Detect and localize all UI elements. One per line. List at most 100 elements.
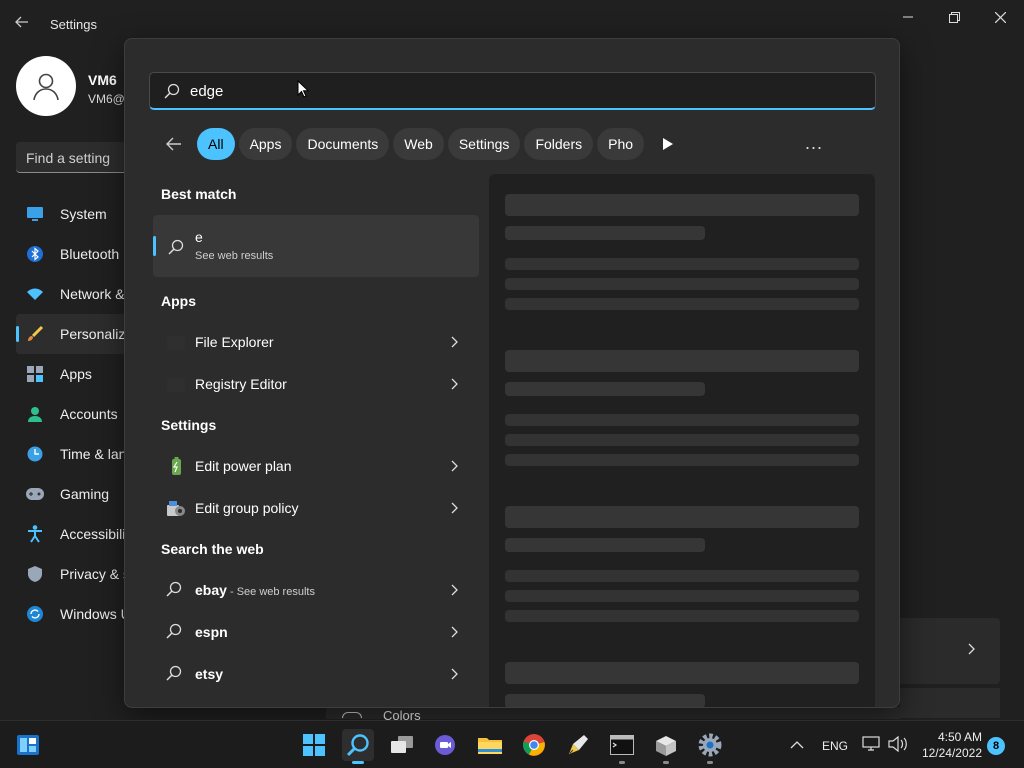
skeleton-bar [505, 258, 859, 270]
chevron-right-icon [451, 501, 459, 519]
find-setting-input[interactable]: Find a setting [16, 142, 136, 173]
skeleton-bar [505, 434, 859, 446]
group-policy-icon [166, 499, 186, 519]
result-edit-power-plan[interactable]: Edit power plan [153, 446, 479, 486]
skeleton-bar [505, 194, 859, 216]
restore-icon [948, 11, 960, 23]
skeleton-bar [505, 694, 705, 707]
taskbar-file-explorer[interactable] [474, 729, 506, 761]
chevron-right-icon [968, 642, 976, 658]
skeleton-bar [505, 454, 859, 466]
running-indicator [707, 761, 713, 764]
minimize-button[interactable] [888, 6, 928, 28]
user-icon [33, 73, 59, 101]
settings-card[interactable] [900, 618, 1000, 684]
best-match-subtitle: See web results [195, 250, 274, 262]
nav-item-gaming[interactable]: Gaming [16, 474, 136, 514]
taskbar: ENG 4:50 AM 12/24/2022 8 [0, 720, 1024, 768]
network-icon[interactable] [862, 736, 880, 757]
best-match-title: e [195, 229, 203, 245]
restore-button[interactable] [934, 6, 974, 28]
widgets-icon [17, 735, 39, 755]
person-icon [26, 405, 44, 423]
chevron-up-icon[interactable] [790, 737, 804, 755]
profile-email: VM6@ [88, 92, 125, 106]
nav-item-windows-update[interactable]: Windows U [16, 594, 136, 634]
web-result-etsy[interactable]: etsy [153, 654, 479, 694]
battery-icon [166, 457, 186, 477]
search-icon [166, 581, 186, 601]
result-label: File Explorer [195, 334, 274, 350]
web-result-ebay[interactable]: ebay - See web results [153, 570, 479, 610]
close-button[interactable] [980, 6, 1020, 28]
filter-scroll-right-icon[interactable] [663, 137, 673, 155]
chevron-right-icon [451, 625, 459, 643]
user-profile[interactable]: VM6 VM6@ [16, 56, 126, 118]
chevron-right-icon [451, 583, 459, 601]
more-options-button[interactable]: ... [805, 133, 823, 154]
chevron-right-icon [451, 377, 459, 395]
system-clock[interactable]: 4:50 AM 12/24/2022 [914, 729, 982, 761]
search-flyout: All Apps Documents Web Settings Folders … [124, 38, 900, 708]
result-registry-editor[interactable]: Registry Editor [153, 364, 479, 404]
active-indicator [352, 761, 364, 764]
filter-all[interactable]: All [197, 128, 235, 160]
close-icon [994, 11, 1006, 23]
skeleton-bar [505, 298, 859, 310]
skeleton-bar [505, 278, 859, 290]
nav-item-network[interactable]: Network & [16, 274, 136, 314]
skeleton-bar [505, 538, 705, 552]
taskbar-task-view[interactable] [386, 729, 418, 761]
clock-time: 4:50 AM [937, 730, 982, 744]
clock-date: 12/24/2022 [921, 746, 982, 760]
nav-label: Accessibilit [60, 526, 130, 542]
nav-item-personalization[interactable]: Personaliza [16, 314, 136, 354]
nav-item-bluetooth[interactable]: Bluetooth [16, 234, 136, 274]
task-view-icon [391, 736, 413, 753]
taskbar-chat[interactable] [430, 729, 462, 761]
filter-folders[interactable]: Folders [524, 128, 594, 160]
taskbar-package-app[interactable] [650, 729, 682, 764]
filter-back-arrow-icon[interactable] [159, 129, 189, 159]
taskbar-settings[interactable] [694, 729, 726, 764]
nav-item-privacy[interactable]: Privacy & s [16, 554, 136, 594]
nav-item-accounts[interactable]: Accounts [16, 394, 136, 434]
taskbar-search[interactable] [342, 729, 374, 764]
skeleton-bar [505, 226, 705, 240]
filter-settings[interactable]: Settings [447, 128, 521, 160]
filter-documents[interactable]: Documents [296, 128, 390, 160]
result-file-explorer[interactable]: File Explorer [153, 322, 479, 362]
taskbar-chrome[interactable] [518, 729, 550, 761]
nav-item-time-language[interactable]: Time & lan [16, 434, 136, 474]
result-edit-group-policy[interactable]: Edit group policy [153, 488, 479, 528]
taskbar-start[interactable] [298, 729, 330, 761]
taskbar-widgets[interactable] [12, 729, 44, 761]
nav-item-accessibility[interactable]: Accessibilit [16, 514, 136, 554]
search-box[interactable] [149, 72, 876, 110]
nav-item-system[interactable]: System [16, 194, 136, 234]
best-match-item[interactable]: e See web results [153, 215, 479, 277]
back-arrow-icon[interactable] [14, 14, 34, 34]
nav-label: Personaliza [60, 326, 134, 342]
language-indicator[interactable]: ENG [822, 739, 848, 753]
terminal-icon [610, 735, 634, 755]
web-result-label: espn [195, 624, 228, 640]
taskbar-terminal[interactable] [606, 729, 638, 764]
filter-apps[interactable]: Apps [238, 128, 293, 160]
gear-icon [698, 733, 722, 757]
running-indicator [619, 761, 625, 764]
search-icon [346, 734, 369, 757]
skeleton-bar [505, 350, 859, 372]
preview-pane-loading [489, 174, 875, 707]
registry-editor-icon [166, 375, 186, 395]
filter-photos[interactable]: Pho [597, 128, 645, 160]
nav-item-apps[interactable]: Apps [16, 354, 136, 394]
volume-icon[interactable] [888, 735, 908, 757]
taskbar-pen-app[interactable] [562, 729, 594, 761]
notification-badge[interactable]: 8 [987, 737, 1005, 755]
filter-web[interactable]: Web [393, 128, 444, 160]
web-sub: - See web results [226, 586, 315, 598]
web-result-espn[interactable]: espn [153, 612, 479, 652]
result-label: Edit power plan [195, 458, 292, 474]
search-input[interactable] [190, 81, 790, 101]
